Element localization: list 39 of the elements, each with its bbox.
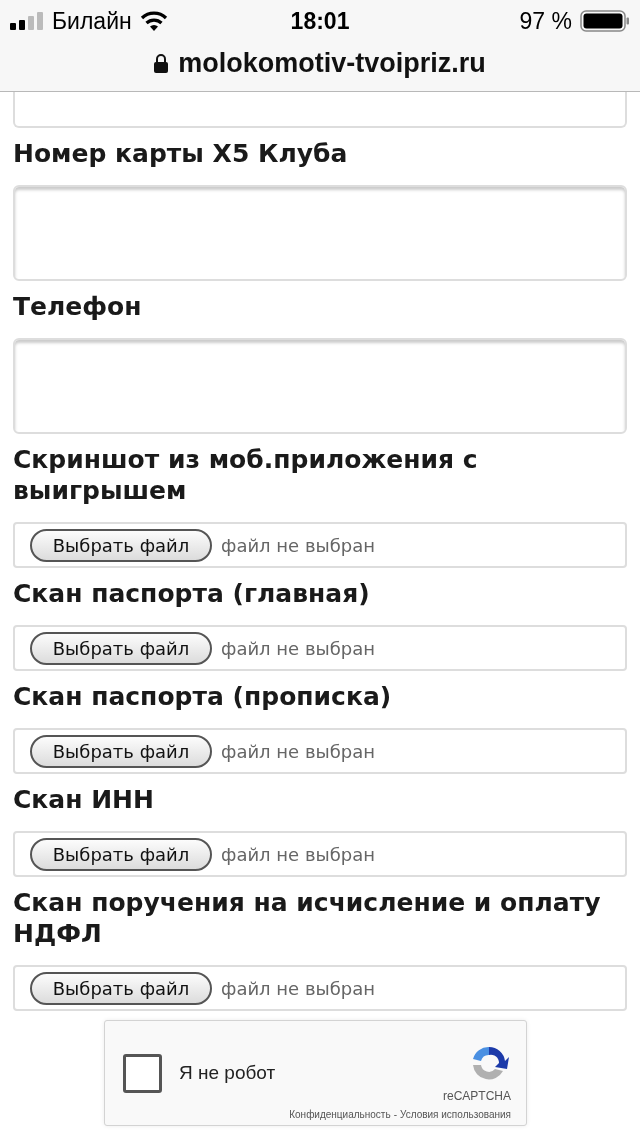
privacy-link[interactable]: Конфиденциальность [289,1108,391,1120]
text-field[interactable] [13,338,627,434]
lock-icon [154,54,169,73]
file-field[interactable]: Выбрать файл файл не выбран [13,728,627,774]
field-label: Скан паспорта (главная) [13,578,371,610]
link-separator: - [393,1108,397,1120]
field-label: Скриншот из моб.приложения с выигрышем [13,444,479,507]
field-label: Номер карты X5 Клуба [13,138,349,170]
file-status-text: файл не выбран [221,534,376,556]
wifi-icon [139,11,168,31]
file-status-text: файл не выбран [221,977,376,999]
signal-icon [10,12,44,30]
carrier-name: Билайн [52,7,132,35]
captcha-brand: reCAPTCHA [443,1088,511,1103]
captcha-label: Я не робот [179,1062,277,1084]
terms-link[interactable]: Условия использования [400,1108,511,1120]
captcha-checkbox[interactable] [123,1053,162,1093]
file-field[interactable]: Выбрать файл файл не выбран [13,965,627,1011]
choose-file-button[interactable]: Выбрать файл [30,631,212,665]
field-label: Скан паспорта (прописка) [13,681,393,713]
text-field[interactable] [13,92,627,128]
choose-file-button[interactable]: Выбрать файл [30,734,212,768]
battery-icon [580,10,630,32]
file-field[interactable]: Выбрать файл файл не выбран [13,625,627,671]
field-label: Телефон [13,291,143,323]
choose-file-button[interactable]: Выбрать файл [30,971,212,1005]
field-label: Скан ИНН [13,784,155,816]
file-field[interactable]: Выбрать файл файл не выбран [13,522,627,568]
battery-percent: 97 % [519,7,572,35]
choose-file-button[interactable]: Выбрать файл [30,528,212,562]
file-status-text: файл не выбран [221,740,376,762]
field-label: Скан поручения на исчисление и оплату НДФЛ [13,887,602,950]
file-field[interactable]: Выбрать файл файл не выбран [13,831,627,877]
file-status-text: файл не выбран [221,637,376,659]
text-field[interactable] [13,185,627,281]
address-url[interactable]: molokomotiv-tvoipriz.ru [178,48,486,79]
choose-file-button[interactable]: Выбрать файл [30,837,212,871]
file-status-text: файл не выбран [221,843,376,865]
clock-time: 18:01 [290,7,350,35]
